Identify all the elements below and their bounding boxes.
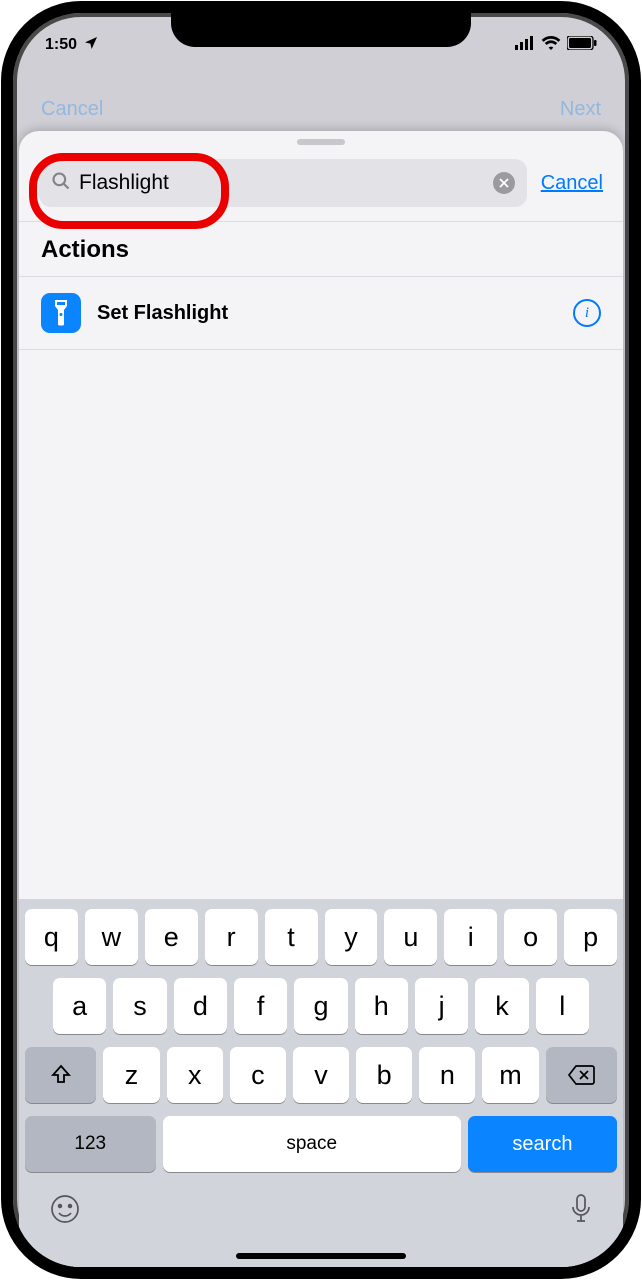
home-indicator[interactable] xyxy=(236,1253,406,1259)
section-header-actions: Actions xyxy=(19,222,623,276)
delete-key[interactable] xyxy=(546,1047,617,1103)
keyboard: qwertyuiop asdfghjkl zxcvbnm 123 space s… xyxy=(19,899,623,1267)
wifi-icon xyxy=(541,36,561,55)
action-row-set-flashlight[interactable]: Set Flashlight i xyxy=(19,277,623,349)
bg-next: Next xyxy=(560,98,601,121)
space-key[interactable]: space xyxy=(163,1116,461,1172)
notch xyxy=(171,13,471,47)
info-icon[interactable]: i xyxy=(573,299,601,327)
battery-icon xyxy=(567,36,597,55)
key-z[interactable]: z xyxy=(103,1047,159,1103)
signal-icon xyxy=(515,36,535,55)
key-k[interactable]: k xyxy=(475,978,528,1034)
key-g[interactable]: g xyxy=(294,978,347,1034)
key-p[interactable]: p xyxy=(564,909,617,965)
key-d[interactable]: d xyxy=(174,978,227,1034)
key-b[interactable]: b xyxy=(356,1047,412,1103)
status-time: 1:50 xyxy=(45,36,77,54)
key-v[interactable]: v xyxy=(293,1047,349,1103)
search-field-container[interactable] xyxy=(39,159,527,207)
key-o[interactable]: o xyxy=(504,909,557,965)
search-icon xyxy=(51,171,71,196)
action-sheet: Cancel Actions Set Flashlight i qwertyui… xyxy=(19,131,623,1267)
emoji-key[interactable] xyxy=(49,1193,81,1230)
key-r[interactable]: r xyxy=(205,909,258,965)
flashlight-icon xyxy=(41,293,81,333)
key-w[interactable]: w xyxy=(85,909,138,965)
key-u[interactable]: u xyxy=(384,909,437,965)
key-s[interactable]: s xyxy=(113,978,166,1034)
dictation-key[interactable] xyxy=(569,1193,593,1230)
key-a[interactable]: a xyxy=(53,978,106,1034)
key-n[interactable]: n xyxy=(419,1047,475,1103)
key-f[interactable]: f xyxy=(234,978,287,1034)
key-q[interactable]: q xyxy=(25,909,78,965)
shift-key[interactable] xyxy=(25,1047,96,1103)
key-t[interactable]: t xyxy=(265,909,318,965)
numbers-key[interactable]: 123 xyxy=(25,1116,156,1172)
search-key[interactable]: search xyxy=(468,1116,617,1172)
key-y[interactable]: y xyxy=(325,909,378,965)
key-e[interactable]: e xyxy=(145,909,198,965)
key-m[interactable]: m xyxy=(482,1047,538,1103)
action-title: Set Flashlight xyxy=(97,302,557,325)
key-x[interactable]: x xyxy=(167,1047,223,1103)
cancel-button[interactable]: Cancel xyxy=(541,172,603,195)
bg-cancel: Cancel xyxy=(41,98,103,121)
location-icon xyxy=(83,35,99,56)
search-input[interactable] xyxy=(79,171,485,195)
clear-icon[interactable] xyxy=(493,172,515,194)
key-h[interactable]: h xyxy=(355,978,408,1034)
key-i[interactable]: i xyxy=(444,909,497,965)
key-l[interactable]: l xyxy=(536,978,589,1034)
key-j[interactable]: j xyxy=(415,978,468,1034)
key-c[interactable]: c xyxy=(230,1047,286,1103)
